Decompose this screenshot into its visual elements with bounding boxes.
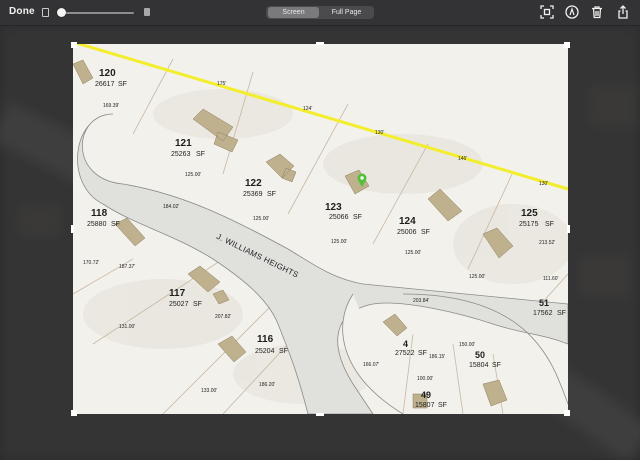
dim-label: 146' xyxy=(458,156,468,162)
lot-51-area: 17562 xyxy=(533,310,553,317)
dim-label: 166.07' xyxy=(363,362,380,368)
dim-label: 111.60' xyxy=(543,276,559,282)
lot-50-area: 15804 xyxy=(469,362,489,369)
lot-51-unit: SF xyxy=(557,310,566,317)
lot-49-number: 49 xyxy=(421,390,432,400)
lot-118-unit: SF xyxy=(111,221,120,228)
crop-handle-left[interactable] xyxy=(71,225,74,233)
lot-121-unit: SF xyxy=(196,151,205,158)
lot-118-number: 118 xyxy=(91,208,108,219)
lot-121-number: 121 xyxy=(175,138,192,149)
dim-label: 130' xyxy=(375,130,385,136)
lot-51-number: 51 xyxy=(539,298,550,308)
dim-label: 125.00' xyxy=(405,250,422,256)
dim-label: 170.72' xyxy=(83,260,100,266)
zoom-slider-track[interactable] xyxy=(60,12,134,14)
dim-label: 133.00' xyxy=(201,388,218,394)
dim-label: 150.00' xyxy=(459,342,476,348)
lot-122-unit: SF xyxy=(267,191,276,198)
lot-125-area: 25175 xyxy=(519,221,539,228)
zoom-slider-thumb[interactable] xyxy=(57,8,66,17)
screenshot-canvas[interactable]: 120 26617 SF 121 25263 SF 122 25369 SF 1… xyxy=(73,44,568,414)
lot-116-number: 116 xyxy=(257,334,274,345)
crop-handle-bottom-left[interactable] xyxy=(71,410,77,416)
top-toolbar: Done Screen Full Page xyxy=(0,0,640,26)
crop-handle-bottom[interactable] xyxy=(316,413,324,416)
dim-label: 187.37' xyxy=(119,264,136,270)
dim-label: 124' xyxy=(303,106,313,112)
lot-117-unit: SF xyxy=(193,301,202,308)
lot-116-unit: SF xyxy=(279,348,288,355)
lot-124-unit: SF xyxy=(421,229,430,236)
lot-49-area: 15807 xyxy=(415,402,435,409)
lot-4-area: 27522 xyxy=(395,350,415,357)
screen-tab[interactable]: Screen xyxy=(268,7,319,18)
dim-label: 203.84' xyxy=(413,298,430,304)
crop-handle-bottom-right[interactable] xyxy=(564,410,570,416)
lot-124-number: 124 xyxy=(399,216,416,227)
lot-118-area: 25880 xyxy=(87,221,107,228)
dim-label: 125.00' xyxy=(185,172,202,178)
lot-121-area: 25263 xyxy=(171,151,191,158)
lot-116-area: 25204 xyxy=(255,348,275,355)
lot-49-unit: SF xyxy=(438,402,447,409)
markup-icon[interactable] xyxy=(565,5,579,19)
large-page-icon xyxy=(144,8,150,16)
lot-122-number: 122 xyxy=(245,178,262,189)
trash-icon[interactable] xyxy=(590,5,604,19)
done-button[interactable]: Done xyxy=(9,6,35,17)
capture-mode-control: Screen Full Page xyxy=(266,6,374,19)
crop-icon[interactable] xyxy=(540,5,554,19)
dim-label: 100.00' xyxy=(417,376,434,382)
crop-handle-right[interactable] xyxy=(567,225,570,233)
lot-4-unit: SF xyxy=(418,350,427,357)
lot-125-number: 125 xyxy=(521,208,538,219)
share-icon[interactable] xyxy=(616,5,630,19)
lot-120-number: 120 xyxy=(99,68,116,79)
dim-label: 184.02' xyxy=(163,204,180,210)
lot-117-area: 25027 xyxy=(169,301,189,308)
dim-label: 186.15' xyxy=(429,354,446,360)
crop-handle-top[interactable] xyxy=(316,42,324,45)
dim-label: 131.00' xyxy=(119,324,136,330)
dim-label: 130' xyxy=(539,181,549,187)
dim-label: 175' xyxy=(217,81,227,87)
lot-123-area: 25066 xyxy=(329,214,349,221)
dim-label: 169.39' xyxy=(103,103,120,109)
lot-125-unit: SF xyxy=(545,221,554,228)
lot-124-area: 25006 xyxy=(397,229,417,236)
lot-4-number: 4 xyxy=(403,339,409,349)
parcel-map xyxy=(73,44,568,414)
dim-label: 207.82' xyxy=(215,314,232,320)
lot-123-unit: SF xyxy=(353,214,362,221)
dim-label: 125.00' xyxy=(253,216,270,222)
dim-label: 186.20' xyxy=(259,382,276,388)
lot-120-unit: SF xyxy=(118,81,127,88)
crop-handle-top-left[interactable] xyxy=(71,42,77,48)
full-page-tab[interactable]: Full Page xyxy=(321,7,372,18)
lot-123-number: 123 xyxy=(325,202,342,213)
crop-handle-top-right[interactable] xyxy=(564,42,570,48)
dim-label: 213.52' xyxy=(539,240,556,246)
lot-120-area: 26617 xyxy=(95,81,115,88)
lot-50-unit: SF xyxy=(492,362,501,369)
dim-label: 125.00' xyxy=(331,239,348,245)
lot-117-number: 117 xyxy=(169,288,186,299)
lot-50-number: 50 xyxy=(475,350,486,360)
dim-label: 125.00' xyxy=(469,274,486,280)
small-page-icon xyxy=(42,8,49,17)
lot-122-area: 25369 xyxy=(243,191,263,198)
